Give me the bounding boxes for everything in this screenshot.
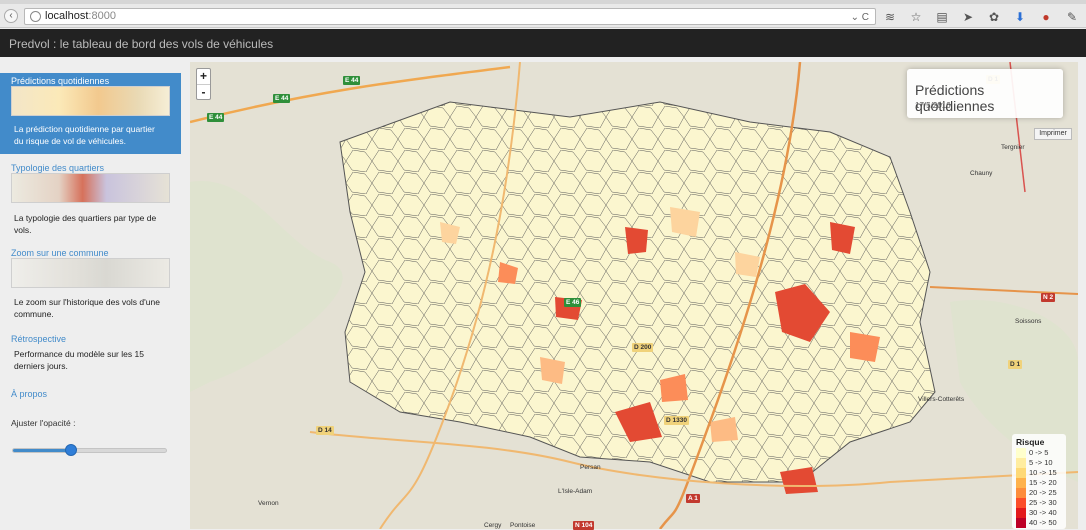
legend-row: 20 -> 25 [1016, 488, 1057, 498]
risk-patch[interactable] [625, 227, 648, 254]
legend-swatch [1016, 478, 1026, 488]
town-label: Cergy [484, 522, 502, 529]
town-label: Villers-Cotterêts [918, 396, 965, 403]
choropleth-map[interactable] [190, 62, 1078, 529]
sidebar: Prédictions quotidiennes La prédiction q… [0, 57, 190, 529]
sidebar-item-typologie[interactable]: Typologie des quartiers La typologie des… [0, 161, 181, 235]
send-icon[interactable]: ➤ [960, 10, 976, 24]
zoom-control: + - [196, 68, 211, 100]
zoom-in-button[interactable]: + [197, 69, 210, 84]
legend-swatch [1016, 518, 1026, 528]
sidebar-item-label[interactable]: Prédictions quotidiennes [11, 76, 109, 86]
globe-icon [30, 11, 41, 22]
legend-label: 25 -> 30 [1029, 498, 1057, 507]
road-label: E 44 [207, 113, 225, 122]
legend-swatch [1016, 508, 1026, 518]
sidebar-item-desc: Performance du modèle sur les 15 dernier… [14, 349, 144, 371]
legend-label: 5 -> 10 [1029, 458, 1053, 467]
opacity-slider-track[interactable] [12, 448, 167, 453]
sidebar-item-retrospective[interactable]: Rétrospective Performance du modèle sur … [0, 333, 181, 373]
risk-patch[interactable] [850, 332, 880, 362]
legend-row: 25 -> 30 [1016, 498, 1057, 508]
legend-label: 30 -> 40 [1029, 508, 1057, 517]
typologie-thumbnail[interactable] [11, 173, 170, 203]
legend-label: 0 -> 5 [1029, 448, 1049, 457]
clipboard-icon[interactable]: ▤ [934, 10, 950, 24]
legend-row: 15 -> 20 [1016, 478, 1057, 488]
legend-row: 30 -> 40 [1016, 508, 1057, 518]
browser-toolbar: ‹ localhost:8000 ⌄ C ≋ ☆ ▤ ➤ ✿ ⬇ ● ✎ ☰ [0, 0, 1086, 28]
pen-icon[interactable]: ✎ [1064, 10, 1080, 24]
info-date: 17/5/2016 [915, 101, 951, 110]
road-label: E 44 [343, 76, 361, 85]
road-label: N 2 [1041, 293, 1056, 302]
legend-label: 10 -> 15 [1029, 468, 1057, 477]
sidebar-item-desc: La prédiction quotidienne par quartier d… [14, 124, 155, 146]
opacity-slider-fill [13, 449, 72, 452]
bookmark-star-icon[interactable]: ☆ [908, 10, 924, 24]
sidebar-item-desc: Le zoom sur l'historique des vols d'une … [14, 297, 160, 319]
town-label: L'Isle-Adam [558, 488, 593, 495]
legend-row: 0 -> 5 [1016, 448, 1048, 458]
road-label: D 1330 [664, 416, 689, 425]
map-canvas[interactable] [190, 62, 1078, 529]
adblock-icon[interactable]: ● [1038, 10, 1054, 24]
sidebar-item-apropos[interactable]: À propos [0, 388, 181, 402]
town-label: Persan [580, 464, 601, 471]
sidebar-item-label[interactable]: Rétrospective [11, 334, 66, 344]
app-header: Predvol : le tableau de bord des vols de… [0, 29, 1086, 57]
download-icon[interactable]: ⬇ [1012, 10, 1028, 24]
road-label: A 1 [686, 494, 700, 503]
town-label: Pontoise [510, 522, 536, 529]
legend-swatch [1016, 458, 1026, 468]
sidebar-item-label[interactable]: À propos [11, 389, 47, 399]
opacity-label: Ajuster l'opacité : [11, 418, 76, 428]
url-port: :8000 [88, 10, 116, 22]
print-button[interactable]: Imprimer [1034, 128, 1072, 140]
legend-swatch [1016, 498, 1026, 508]
rss-icon[interactable]: ≋ [882, 10, 898, 24]
town-label: Soissons [1015, 318, 1042, 325]
legend-label: 15 -> 20 [1029, 478, 1057, 487]
legend-label: 40 -> 50 [1029, 518, 1057, 527]
legend-row: 5 -> 10 [1016, 458, 1053, 468]
risk-patch[interactable] [670, 207, 700, 237]
sync-icon[interactable]: ✿ [986, 10, 1002, 24]
legend-row: 10 -> 15 [1016, 468, 1057, 478]
legend-row: 40 -> 50 [1016, 518, 1057, 528]
back-button[interactable]: ‹ [4, 9, 18, 23]
legend-label: 20 -> 25 [1029, 488, 1057, 497]
road-label: D 14 [316, 426, 334, 435]
predictions-thumbnail[interactable] [11, 86, 170, 116]
zoom-thumbnail[interactable] [11, 258, 170, 288]
sidebar-item-predictions[interactable]: Prédictions quotidiennes La prédiction q… [0, 73, 181, 154]
road-label: D 200 [632, 343, 654, 352]
url-host: localhost [45, 10, 89, 22]
info-panel: Prédictions quotidiennes 17/5/2016 [907, 69, 1063, 118]
risk-legend: Risque 0 -> 5 5 -> 10 10 -> 15 15 -> 20 … [1012, 434, 1066, 529]
reload-icon[interactable]: ⌄ C [851, 10, 869, 25]
sidebar-item-label[interactable]: Zoom sur une commune [11, 248, 109, 258]
legend-swatch [1016, 488, 1026, 498]
road-label: E 44 [273, 94, 291, 103]
app-title[interactable]: Predvol : le tableau de bord des vols de… [9, 37, 273, 51]
legend-swatch [1016, 468, 1026, 478]
tab-strip [0, 0, 1086, 4]
sidebar-item-desc: La typologie des quartiers par type de v… [14, 213, 157, 235]
town-label: Vernon [258, 500, 279, 507]
legend-title: Risque [1016, 437, 1045, 447]
road-label: E 46 [564, 298, 582, 307]
sidebar-item-zoom-commune[interactable]: Zoom sur une commune Le zoom sur l'histo… [0, 247, 181, 319]
zoom-out-button[interactable]: - [197, 84, 210, 99]
town-label: Chauny [970, 170, 993, 177]
address-bar[interactable]: localhost:8000 ⌄ C [24, 8, 876, 25]
legend-swatch [1016, 448, 1026, 458]
town-label: Tergnier [1001, 144, 1025, 151]
opacity-slider-handle[interactable] [64, 444, 77, 456]
sidebar-item-label[interactable]: Typologie des quartiers [11, 163, 104, 173]
road-label: D 1 [1008, 360, 1023, 369]
toolbar-icons: ≋ ☆ ▤ ➤ ✿ ⬇ ● ✎ ☰ [882, 8, 1086, 25]
